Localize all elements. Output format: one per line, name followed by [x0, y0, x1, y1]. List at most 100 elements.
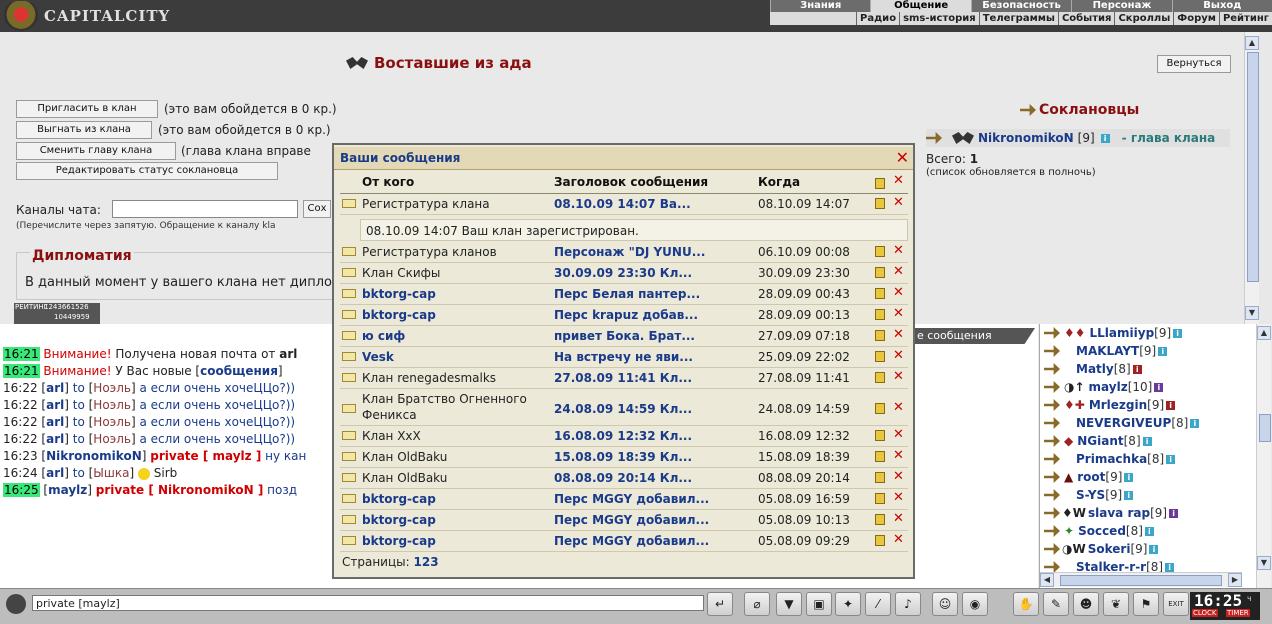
- message-row[interactable]: Клан Братство Огненного Феникса 24.08.09 1…: [340, 389, 908, 426]
- menu-exit[interactable]: Выход: [1171, 0, 1272, 12]
- delete-icon[interactable]: ✕: [893, 369, 904, 384]
- message-from[interactable]: bktorg-cap: [362, 492, 436, 506]
- list-item[interactable]: S-YS [9] i: [1044, 486, 1134, 504]
- message-row[interactable]: Клан OldBaku 15.08.09 18:39 Кл... 15.08.09…: [340, 447, 908, 468]
- clear-icon[interactable]: ⌀: [744, 592, 770, 616]
- tab-messages[interactable]: е сообщения: [905, 328, 1035, 344]
- scroll-down-icon[interactable]: ▼: [1257, 556, 1271, 570]
- message-from[interactable]: bktorg-cap: [362, 308, 436, 322]
- list-item[interactable]: ♦W slava rap [9] i: [1044, 504, 1179, 522]
- scroll-up-icon[interactable]: ▲: [1257, 326, 1271, 340]
- list-item[interactable]: ◑↑ maylz [10] i: [1044, 378, 1164, 396]
- chat-channels-input[interactable]: [112, 200, 298, 218]
- menu-communication[interactable]: Общение: [870, 0, 971, 12]
- message-subject[interactable]: 08.08.09 20:14 Кл...: [554, 471, 692, 485]
- submenu-events[interactable]: События: [1057, 12, 1114, 25]
- scroll-right-icon[interactable]: ▶: [1228, 573, 1242, 587]
- change-head-button[interactable]: Сменить главу клана: [16, 142, 176, 160]
- rating-counter[interactable]: РЕЙТИНГ 1243661526 10449959: [14, 303, 100, 324]
- message-from[interactable]: Клан Братство Огненного: [362, 392, 527, 406]
- filter-icon[interactable]: ▼: [776, 592, 802, 616]
- chat-input[interactable]: private [maylz]: [32, 595, 704, 611]
- userlist-hscrollbar[interactable]: ◀ ▶: [1040, 572, 1242, 587]
- message-from[interactable]: bktorg-cap: [362, 287, 436, 301]
- stream-icon[interactable]: ◉: [962, 592, 988, 616]
- message-subject[interactable]: 27.08.09 11:41 Кл...: [554, 371, 692, 385]
- message-row[interactable]: Регистратура клана 08.10.09 14:07 Ва... 08…: [340, 194, 908, 215]
- message-subject[interactable]: 24.08.09 14:59 Кл...: [554, 402, 692, 416]
- message-subject[interactable]: Перс Белая пантер...: [554, 287, 700, 301]
- scroll-icon[interactable]: ✎: [1043, 592, 1069, 616]
- delete-icon[interactable]: ✕: [893, 306, 904, 321]
- chat-mode-icon[interactable]: [6, 594, 26, 614]
- lock-icon[interactable]: [875, 472, 885, 483]
- sound-icon[interactable]: ♪: [895, 592, 921, 616]
- lock-all-icon[interactable]: [875, 178, 885, 189]
- delete-icon[interactable]: ✕: [893, 243, 904, 258]
- lock-icon[interactable]: [875, 246, 885, 257]
- list-item[interactable]: Matly [8] i: [1044, 360, 1142, 378]
- lock-icon[interactable]: [875, 514, 885, 525]
- scroll-up-icon[interactable]: ▲: [1245, 36, 1259, 50]
- chat-channels-save-button[interactable]: Сох: [303, 200, 331, 218]
- submenu-rating[interactable]: Рейтинг: [1218, 12, 1272, 25]
- app-logo[interactable]: CAPITALCITY: [4, 0, 170, 32]
- submenu-sms-history[interactable]: sms-история: [899, 12, 979, 25]
- message-row[interactable]: bktorg-cap Перс krapuz добав... 28.09.09 0…: [340, 305, 908, 326]
- delete-icon[interactable]: ✕: [893, 469, 904, 484]
- message-subject[interactable]: 30.09.09 23:30 Кл...: [554, 266, 692, 280]
- list-item[interactable]: MAKLAYT [9] i: [1044, 342, 1168, 360]
- inventory-icon[interactable]: ✋: [1013, 592, 1039, 616]
- menu-character[interactable]: Персонаж: [1071, 0, 1171, 12]
- walk-icon[interactable]: ✦: [835, 592, 861, 616]
- delete-icon[interactable]: ✕: [893, 195, 904, 210]
- list-item[interactable]: ◑W Sokeri [9] i: [1044, 540, 1159, 558]
- message-from[interactable]: Регистратура клана: [362, 197, 490, 211]
- lock-icon[interactable]: [875, 493, 885, 504]
- character-icon[interactable]: ☻: [1073, 592, 1099, 616]
- lock-icon[interactable]: [875, 288, 885, 299]
- lock-icon[interactable]: [875, 430, 885, 441]
- close-icon[interactable]: ✕: [896, 149, 909, 167]
- scroll-thumb[interactable]: [1060, 575, 1222, 586]
- list-item[interactable]: ♦♦ LLlamiiyp [9] i: [1044, 324, 1183, 342]
- member-name[interactable]: NikronomikoN: [978, 131, 1074, 145]
- message-subject[interactable]: 08.10.09 14:07 Ва...: [554, 197, 691, 211]
- lock-icon[interactable]: [875, 535, 885, 546]
- flag-icon[interactable]: ⚑: [1133, 592, 1159, 616]
- message-subject[interactable]: Персонаж "DJ YUNU...: [554, 245, 705, 259]
- submenu-scrolls[interactable]: Скроллы: [1114, 12, 1173, 25]
- scroll-thumb[interactable]: [1259, 414, 1271, 442]
- save-icon[interactable]: ▣: [806, 592, 832, 616]
- message-subject[interactable]: 15.08.09 18:39 Кл...: [554, 450, 692, 464]
- delete-icon[interactable]: ✕: [893, 285, 904, 300]
- message-row[interactable]: Клан Скифы 30.09.09 23:30 Кл... 30.09.09 2…: [340, 263, 908, 284]
- message-row[interactable]: Клан renegadesmalks 27.08.09 11:41 Кл... 2…: [340, 368, 908, 389]
- lock-icon[interactable]: [875, 403, 885, 414]
- userlist-scrollbar[interactable]: ▲ ▼: [1256, 324, 1271, 588]
- submenu-radio[interactable]: Радио: [856, 12, 899, 25]
- send-icon[interactable]: ↵: [707, 592, 733, 616]
- list-item[interactable]: ✦ Socced [8] i: [1044, 522, 1154, 540]
- edit-status-button[interactable]: Редактировать статус соклановца: [16, 162, 278, 180]
- translit-icon[interactable]: ⁄: [865, 592, 891, 616]
- scroll-down-icon[interactable]: ▼: [1245, 306, 1259, 320]
- message-from[interactable]: Клан XxX: [362, 429, 421, 443]
- info-icon[interactable]: i: [1100, 133, 1110, 143]
- message-row[interactable]: bktorg-cap Перс Белая пантер... 28.09.09 0…: [340, 284, 908, 305]
- message-row[interactable]: ю сиф привет Бока. Брат... 27.09.09 07:18 ✕: [340, 326, 908, 347]
- lock-icon[interactable]: [875, 451, 885, 462]
- submenu-forum[interactable]: Форум: [1173, 12, 1219, 25]
- delete-icon[interactable]: ✕: [893, 327, 904, 342]
- back-button[interactable]: Вернуться: [1157, 55, 1231, 73]
- invite-button[interactable]: Пригласить в клан: [16, 100, 158, 118]
- delete-icon[interactable]: ✕: [893, 490, 904, 505]
- message-subject[interactable]: 16.08.09 12:32 Кл...: [554, 429, 692, 443]
- member-row-head[interactable]: NikronomikoN [9] i - глава клана: [926, 129, 1230, 147]
- message-subject[interactable]: На встречу не яви...: [554, 350, 693, 364]
- message-from[interactable]: Регистратура кланов: [362, 245, 497, 259]
- friends-icon[interactable]: ❦: [1103, 592, 1129, 616]
- menu-security[interactable]: Безопасность: [970, 0, 1071, 12]
- delete-icon[interactable]: ✕: [893, 264, 904, 279]
- menu-knowledge[interactable]: Знания: [770, 0, 870, 12]
